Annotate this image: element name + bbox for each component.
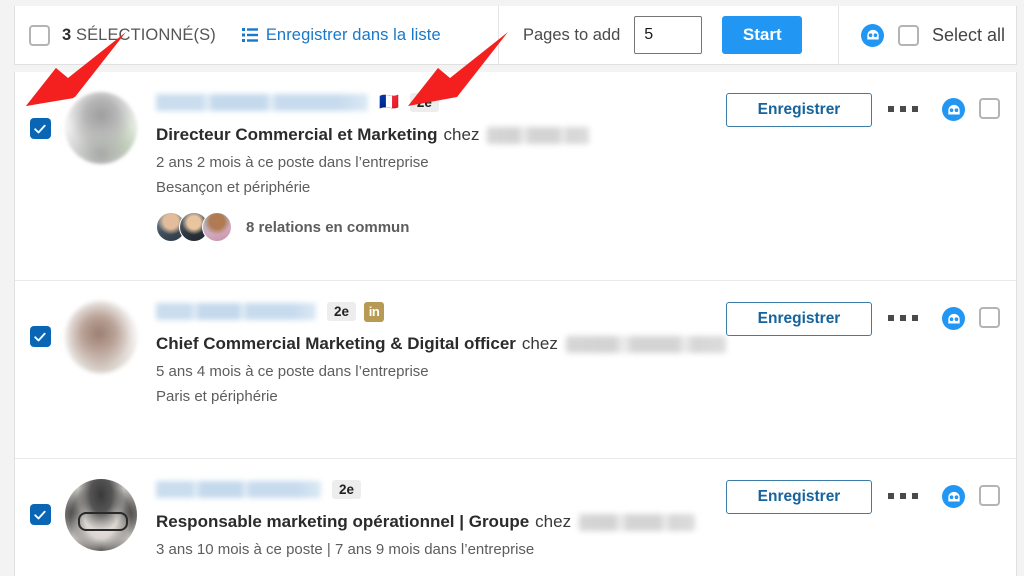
phantombuster-logo-icon[interactable] [942, 485, 965, 508]
save-to-list-link[interactable]: Enregistrer dans la liste [241, 25, 441, 45]
profile-headline: Responsable marketing opérationnel | Gro… [156, 512, 726, 532]
save-button[interactable]: Enregistrer [726, 302, 872, 336]
selection-toolbar: 3 SÉLECTIONNÉ(S) Enregistrer dans la lis… [14, 6, 1017, 65]
selected-count: 3 SÉLECTIONNÉ(S) [62, 26, 216, 45]
mutual-connections-label: 8 relations en commun [246, 218, 410, 236]
avatar[interactable] [65, 92, 137, 164]
location-meta: Besançon et périphérie [156, 179, 311, 196]
select-all-header-checkbox[interactable] [29, 24, 50, 46]
row-content: 2e Responsable marketing opérationnel | … [137, 459, 726, 576]
tenure-meta: 2 ans 2 mois à ce poste dans l’entrepris… [156, 154, 429, 171]
phantombuster-logo-icon[interactable] [942, 307, 965, 330]
profile-name-redacted[interactable] [156, 303, 316, 320]
profile-job-title: Responsable marketing opérationnel | Gro… [156, 512, 530, 531]
table-row[interactable]: 2e in Chief Commercial Marketing & Digit… [15, 281, 1016, 459]
select-all-label: Select all [932, 24, 1006, 45]
degree-badge: 2e [327, 301, 357, 322]
row-actions: Enregistrer [726, 281, 1016, 458]
mutual-avatar [202, 212, 232, 242]
tenure-meta: 3 ans 10 mois à ce poste | 7 ans 9 mois … [156, 541, 535, 558]
row-select-cell [15, 459, 65, 576]
row-export-checkbox[interactable] [979, 98, 1000, 119]
degree-badge: 2e [332, 479, 362, 500]
profile-headline: Directeur Commercial et Marketing chez [156, 125, 726, 145]
search-results-list: 🇫🇷 2e Directeur Commercial et Marketing … [14, 72, 1017, 576]
company-name-redacted [487, 126, 590, 144]
toolbar-selection-group: 3 SÉLECTIONNÉ(S) Enregistrer dans la lis… [15, 6, 499, 64]
profile-name-line: 2e [156, 478, 726, 501]
save-button[interactable]: Enregistrer [726, 480, 872, 514]
phantombuster-logo-icon[interactable] [942, 98, 965, 121]
more-options-icon[interactable] [888, 493, 918, 499]
more-options-icon[interactable] [888, 106, 918, 112]
tenure-meta: 5 ans 4 mois à ce poste dans l’entrepris… [156, 363, 429, 380]
avatar[interactable] [65, 479, 137, 551]
row-content: 2e in Chief Commercial Marketing & Digit… [137, 281, 726, 458]
mutual-connections[interactable]: 8 relations en commun [156, 212, 726, 242]
pages-to-add-input[interactable] [634, 16, 703, 54]
row-actions: Enregistrer [726, 459, 1016, 576]
profile-job-title: Chief Commercial Marketing & Digital off… [156, 334, 516, 353]
phantombuster-logo-icon [861, 23, 884, 47]
more-options-icon[interactable] [888, 315, 918, 321]
toolbar-select-all-group: Select all [839, 6, 1016, 64]
avatar[interactable] [65, 301, 137, 373]
row-export-checkbox[interactable] [979, 485, 1000, 506]
save-to-list-label: Enregistrer dans la liste [265, 25, 441, 44]
row-select-cell [15, 281, 65, 458]
start-button[interactable]: Start [722, 16, 803, 54]
row-checkbox-selected[interactable] [29, 504, 51, 525]
selected-count-label: SÉLECTIONNÉ(S) [71, 25, 216, 44]
company-name-redacted [565, 335, 726, 353]
row-export-checkbox[interactable] [979, 307, 1000, 328]
row-actions: Enregistrer [726, 72, 1016, 280]
table-row[interactable]: 🇫🇷 2e Directeur Commercial et Marketing … [15, 72, 1016, 281]
chez-label: chez [535, 512, 572, 531]
company-name-redacted [579, 513, 696, 531]
chez-label: chez [443, 125, 480, 144]
row-content: 🇫🇷 2e Directeur Commercial et Marketing … [137, 72, 726, 280]
row-checkbox-selected[interactable] [29, 118, 51, 139]
profile-name-redacted[interactable] [156, 481, 321, 498]
profile-name-redacted[interactable] [156, 94, 368, 111]
toolbar-pages-group: Pages to add Start [499, 6, 839, 64]
save-button[interactable]: Enregistrer [726, 93, 872, 127]
profile-name-line: 2e in [156, 300, 726, 323]
pages-to-add-label: Pages to add [523, 25, 621, 44]
app-root: 3 SÉLECTIONNÉ(S) Enregistrer dans la lis… [0, 0, 1024, 576]
row-select-cell [15, 72, 65, 280]
degree-badge: 2e [409, 92, 439, 113]
linkedin-premium-icon: in [364, 301, 385, 322]
list-icon [241, 28, 258, 42]
window-frame-left [0, 0, 14, 576]
mutual-avatars [156, 212, 232, 242]
location-meta: Paris et périphérie [156, 388, 278, 405]
chez-label: chez [521, 334, 558, 353]
country-flag-icon: 🇫🇷 [379, 93, 399, 111]
profile-headline: Chief Commercial Marketing & Digital off… [156, 334, 726, 354]
profile-name-line: 🇫🇷 2e [156, 91, 726, 114]
table-row[interactable]: 2e Responsable marketing opérationnel | … [15, 459, 1016, 576]
row-checkbox-selected[interactable] [29, 326, 51, 347]
profile-job-title: Directeur Commercial et Marketing [156, 125, 438, 144]
select-all-checkbox[interactable] [898, 24, 919, 46]
selected-count-number: 3 [62, 25, 72, 44]
